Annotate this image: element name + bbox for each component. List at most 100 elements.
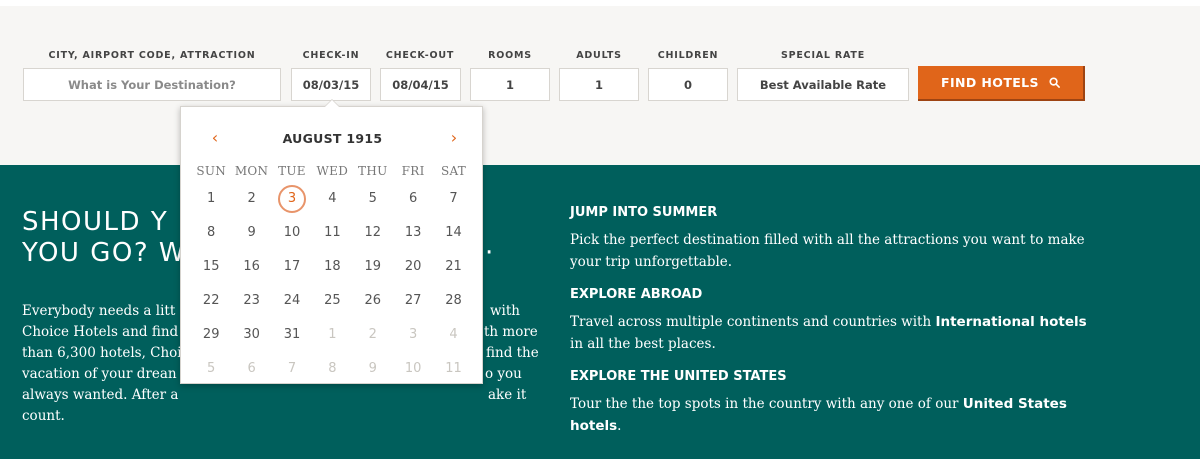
promo-title-abroad: EXPLORE ABROAD: [570, 287, 703, 302]
calendar-day-number: 9: [247, 225, 256, 240]
calendar-day-number: 1: [207, 191, 216, 206]
calendar-day[interactable]: 29: [191, 321, 231, 355]
calendar-day[interactable]: 3: [393, 321, 433, 355]
calendar-day[interactable]: 13: [393, 219, 433, 253]
calendar-day[interactable]: 12: [353, 219, 393, 253]
find-hotels-button[interactable]: FIND HOTELS: [918, 66, 1085, 101]
destination-input[interactable]: What is Your Destination?: [23, 68, 281, 101]
calendar-day[interactable]: 26: [353, 287, 393, 321]
checkout-input[interactable]: 08/04/15: [380, 68, 461, 101]
checkin-input[interactable]: 08/03/15: [291, 68, 371, 101]
calendar-day-number: 8: [207, 225, 216, 240]
body-line: count.: [22, 408, 65, 424]
calendar-day[interactable]: 1: [312, 321, 352, 355]
calendar-day[interactable]: 11: [312, 219, 352, 253]
calendar-day[interactable]: 7: [272, 355, 312, 389]
calendar-day[interactable]: 1: [191, 185, 231, 219]
weekday-label: THU: [358, 164, 388, 178]
special-rate-select[interactable]: Best Available Rate: [737, 68, 909, 101]
calendar-day-number: 8: [328, 361, 337, 376]
calendar-day-number: 5: [368, 191, 377, 206]
calendar-day-number: 20: [404, 259, 422, 274]
calendar-day[interactable]: 18: [312, 253, 352, 287]
calendar-day-number: 6: [247, 361, 256, 376]
calendar-day[interactable]: 21: [433, 253, 473, 287]
promo-text-abroad-body: Travel across multiple continents and co…: [570, 314, 936, 330]
calendar-day[interactable]: 28: [433, 287, 473, 321]
calendar-day[interactable]: 24: [272, 287, 312, 321]
calendar-day-number: 7: [287, 361, 297, 376]
calendar-day[interactable]: 23: [231, 287, 271, 321]
international-hotels-link[interactable]: International hotels: [935, 314, 1086, 330]
body-tail: th more: [484, 324, 538, 340]
adults-select[interactable]: 1: [559, 68, 639, 101]
checkin-datepicker: ‹ AUGUST 1915 › SUN MON TUE WED THU FRI SAT 12…: [180, 99, 484, 384]
calendar-day-number: 21: [445, 259, 462, 274]
calendar-day-number: 18: [324, 259, 341, 274]
calendar-week: 22 23 24 25 26 27 28: [191, 287, 474, 321]
calendar-day-number: 11: [445, 361, 462, 376]
calendar-day[interactable]: 19: [353, 253, 393, 287]
calendar-day[interactable]: 5: [353, 185, 393, 219]
calendar-day[interactable]: 5: [191, 355, 231, 389]
calendar-day-number: 6: [409, 191, 418, 206]
calendar-day[interactable]: 15: [191, 253, 231, 287]
calendar-day-number: 11: [324, 225, 341, 240]
calendar-day[interactable]: 6: [393, 185, 433, 219]
calendar-day-number: 3: [409, 327, 418, 342]
calendar-day[interactable]: 31: [272, 321, 312, 355]
calendar-day[interactable]: 11: [433, 355, 473, 389]
calendar-day-number: 7: [449, 191, 458, 206]
calendar-day-number: 5: [207, 361, 216, 376]
weekday-label: FRI: [401, 164, 425, 178]
calendar-day[interactable]: 8: [312, 355, 352, 389]
calendar-day[interactable]: 6: [231, 355, 271, 389]
body-tail: o you: [485, 366, 522, 382]
calendar-day-number: 10: [283, 225, 301, 240]
calendar-day-number: 28: [445, 293, 462, 308]
body-tail: ake it: [488, 387, 527, 403]
calendar-day[interactable]: 30: [231, 321, 271, 355]
calendar-day[interactable]: 16: [231, 253, 271, 287]
calendar-day-number: 24: [283, 293, 301, 308]
promo-title-summer: JUMP INTO SUMMER: [570, 205, 718, 220]
calendar-day[interactable]: 17: [272, 253, 312, 287]
adults-label: ADULTS: [576, 50, 622, 61]
calendar-week: 29 30 31 1 2 3 4: [191, 321, 474, 355]
calendar-day-number: 17: [283, 259, 301, 274]
rooms-select[interactable]: 1: [470, 68, 550, 101]
calendar-day[interactable]: 4: [433, 321, 473, 355]
calendar-day[interactable]: 14: [433, 219, 473, 253]
promo-text-us-tail: .: [617, 418, 622, 434]
calendar-day[interactable]: 10: [272, 219, 312, 253]
calendar-day[interactable]: 25: [312, 287, 352, 321]
calendar-day[interactable]: 27: [393, 287, 433, 321]
calendar-day[interactable]: 22: [191, 287, 231, 321]
promo-title-us: EXPLORE THE UNITED STATES: [570, 369, 787, 384]
calendar-day[interactable]: 8: [191, 219, 231, 253]
calendar-day[interactable]: 2: [353, 321, 393, 355]
children-select[interactable]: 0: [648, 68, 728, 101]
special-rate-label: SPECIAL RATE: [780, 50, 865, 61]
calendar-day-number: 14: [445, 225, 462, 240]
calendar-days: 1 2 3 4 5 6 7 8 9 10 11 12 13 14 15 16 17 18 19 20 21 22 23 24 2…: [191, 185, 474, 389]
body-tail: find the: [486, 345, 539, 361]
calendar-day-number: 23: [243, 293, 260, 308]
calendar-day[interactable]: 7: [433, 185, 473, 219]
destination-label: CITY, AIRPORT CODE, ATTRACTION: [48, 50, 256, 61]
calendar-day[interactable]: 9: [231, 219, 271, 253]
calendar-day[interactable]: 10: [393, 355, 433, 389]
calendar-day[interactable]: 2: [231, 185, 271, 219]
chevron-right-icon[interactable]: ›: [444, 129, 464, 147]
calendar-day-selected[interactable]: 3: [272, 185, 312, 219]
calendar-day-number: 29: [202, 327, 220, 342]
calendar-day-number: 16: [243, 259, 260, 274]
calendar-day[interactable]: 9: [353, 355, 393, 389]
calendar-header: ‹ AUGUST 1915 ›: [181, 129, 484, 149]
promo-text-abroad-tail: in all the best places.: [570, 336, 716, 352]
calendar-day[interactable]: 4: [312, 185, 352, 219]
calendar-day-number: 22: [202, 293, 220, 308]
calendar-month-title: AUGUST 1915: [282, 131, 383, 146]
calendar-day-number: 27: [404, 293, 422, 308]
calendar-day[interactable]: 20: [393, 253, 433, 287]
